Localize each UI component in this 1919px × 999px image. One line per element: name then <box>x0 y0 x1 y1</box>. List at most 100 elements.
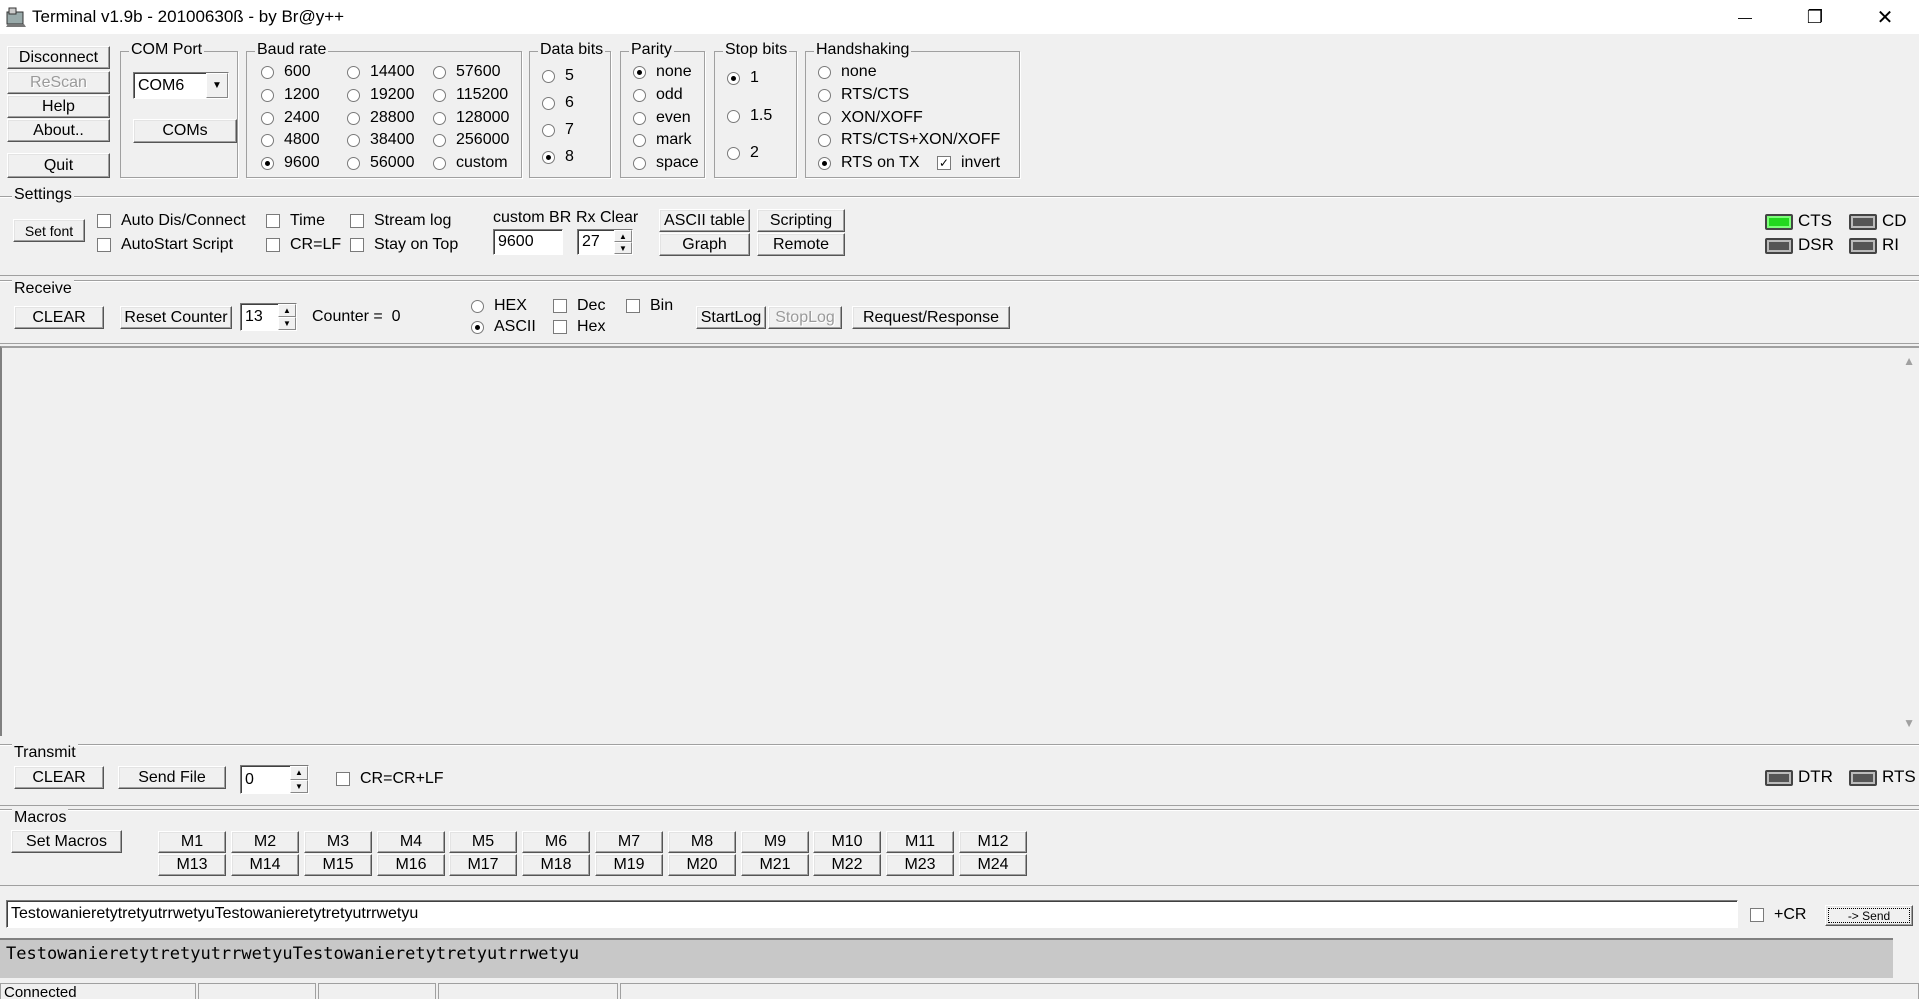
custom-br-input[interactable]: 9600 <box>493 229 563 255</box>
hex-radio[interactable]: HEX <box>471 296 527 316</box>
macro-button-m20[interactable]: M20 <box>668 854 736 876</box>
macro-button-m19[interactable]: M19 <box>595 854 663 876</box>
transmit-clear-button[interactable]: CLEAR <box>14 766 104 789</box>
ascii-table-button[interactable]: ASCII table <box>659 209 750 232</box>
coms-button[interactable]: COMs <box>133 119 237 143</box>
auto-dis-connect-checkbox[interactable]: Auto Dis/Connect <box>97 211 246 231</box>
parity-odd[interactable]: odd <box>633 85 683 105</box>
handshake-none[interactable]: none <box>818 62 877 82</box>
rts-led-indicator[interactable] <box>1849 770 1877 786</box>
stop-bits-1-5[interactable]: 1.5 <box>727 106 772 126</box>
macro-button-m4[interactable]: M4 <box>377 831 445 853</box>
start-log-button[interactable]: StartLog <box>696 306 766 329</box>
quit-button[interactable]: Quit <box>7 153 110 178</box>
spin-up-icon[interactable]: ▲ <box>614 230 632 242</box>
rescan-button[interactable]: ReScan <box>7 71 110 94</box>
baud-600[interactable]: 600 <box>261 62 311 82</box>
macro-button-m12[interactable]: M12 <box>959 831 1027 853</box>
receive-output-area[interactable]: ▲ ▼ <box>0 346 1919 736</box>
time-checkbox[interactable]: Time <box>266 211 325 231</box>
data-bits-5[interactable]: 5 <box>542 66 574 86</box>
spin-up-icon[interactable]: ▲ <box>278 304 296 317</box>
parity-even[interactable]: even <box>633 108 691 128</box>
com-port-select[interactable]: COM6 ▼ <box>133 72 229 99</box>
macro-button-m17[interactable]: M17 <box>449 854 517 876</box>
restore-button[interactable]: ❐ <box>1780 0 1850 34</box>
baud-256000[interactable]: 256000 <box>433 130 509 150</box>
reset-counter-button[interactable]: Reset Counter <box>120 306 232 329</box>
baud-2400[interactable]: 2400 <box>261 108 320 128</box>
stop-bits-1[interactable]: 1 <box>727 68 759 88</box>
set-macros-button[interactable]: Set Macros <box>11 830 122 853</box>
macro-button-m9[interactable]: M9 <box>741 831 809 853</box>
baud-128000[interactable]: 128000 <box>433 108 509 128</box>
handshake-rts-on-tx[interactable]: RTS on TX <box>818 153 920 173</box>
autostart-script-checkbox[interactable]: AutoStart Script <box>97 235 233 255</box>
hex-checkbox[interactable]: Hex <box>553 317 605 337</box>
rx-clear-spinner[interactable]: 27 ▲ ▼ <box>577 229 633 255</box>
macro-button-m7[interactable]: M7 <box>595 831 663 853</box>
minimize-button[interactable]: — <box>1710 0 1780 34</box>
macro-button-m24[interactable]: M24 <box>959 854 1027 876</box>
chevron-down-icon[interactable]: ▼ <box>206 73 228 98</box>
set-font-button[interactable]: Set font <box>13 219 85 242</box>
dec-checkbox[interactable]: Dec <box>553 296 605 316</box>
baud-56000[interactable]: 56000 <box>347 153 415 173</box>
request-response-button[interactable]: Request/Response <box>852 306 1010 329</box>
macro-button-m2[interactable]: M2 <box>231 831 299 853</box>
send-file-button[interactable]: Send File <box>118 766 226 789</box>
baud-57600[interactable]: 57600 <box>433 62 501 82</box>
data-bits-8[interactable]: 8 <box>542 147 574 167</box>
close-button[interactable]: ✕ <box>1850 0 1919 34</box>
invert-checkbox[interactable]: ✓ invert <box>937 153 1000 173</box>
baud-1200[interactable]: 1200 <box>261 85 320 105</box>
baud-custom[interactable]: custom <box>433 153 508 173</box>
macro-button-m23[interactable]: M23 <box>886 854 954 876</box>
spin-down-icon[interactable]: ▼ <box>614 242 632 254</box>
macro-button-m14[interactable]: M14 <box>231 854 299 876</box>
disconnect-button[interactable]: Disconnect <box>7 46 110 69</box>
stay-on-top-checkbox[interactable]: Stay on Top <box>350 235 458 255</box>
scripting-button[interactable]: Scripting <box>757 209 845 232</box>
baud-4800[interactable]: 4800 <box>261 130 320 150</box>
macro-button-m1[interactable]: M1 <box>158 831 226 853</box>
macro-button-m11[interactable]: M11 <box>886 831 954 853</box>
parity-space[interactable]: space <box>633 153 699 173</box>
macro-button-m22[interactable]: M22 <box>813 854 881 876</box>
scroll-down-icon[interactable]: ▼ <box>1903 716 1915 730</box>
cr-crlf-checkbox[interactable]: CR=CR+LF <box>336 769 444 789</box>
handshake-rts-cts-xon-xoff[interactable]: RTS/CTS+XON/XOFF <box>818 130 1000 150</box>
cr-lf-checkbox[interactable]: CR=LF <box>266 235 341 255</box>
help-button[interactable]: Help <box>7 95 110 118</box>
macro-button-m5[interactable]: M5 <box>449 831 517 853</box>
transmit-spinner[interactable]: 0 ▲ ▼ <box>240 765 309 794</box>
spin-down-icon[interactable]: ▼ <box>278 317 296 330</box>
send-button[interactable]: -> Send <box>1825 905 1913 926</box>
parity-none[interactable]: none <box>633 62 692 82</box>
macro-button-m8[interactable]: M8 <box>668 831 736 853</box>
macro-button-m21[interactable]: M21 <box>741 854 809 876</box>
ascii-radio[interactable]: ASCII <box>471 317 536 337</box>
scroll-up-icon[interactable]: ▲ <box>1903 354 1915 368</box>
parity-mark[interactable]: mark <box>633 130 692 150</box>
graph-button[interactable]: Graph <box>659 233 750 256</box>
macro-button-m15[interactable]: M15 <box>304 854 372 876</box>
baud-115200[interactable]: 115200 <box>433 85 508 105</box>
baud-9600[interactable]: 9600 <box>261 153 320 173</box>
macro-button-m16[interactable]: M16 <box>377 854 445 876</box>
remote-button[interactable]: Remote <box>757 233 845 256</box>
data-bits-7[interactable]: 7 <box>542 120 574 140</box>
dtr-led-indicator[interactable] <box>1765 770 1793 786</box>
receive-clear-button[interactable]: CLEAR <box>14 306 104 329</box>
baud-38400[interactable]: 38400 <box>347 130 415 150</box>
macro-button-m10[interactable]: M10 <box>813 831 881 853</box>
macro-button-m3[interactable]: M3 <box>304 831 372 853</box>
handshake-xon-xoff[interactable]: XON/XOFF <box>818 108 923 128</box>
baud-28800[interactable]: 28800 <box>347 108 415 128</box>
baud-19200[interactable]: 19200 <box>347 85 415 105</box>
send-input[interactable]: TestowanieretytretyutrrwetyuTestowaniere… <box>6 900 1738 928</box>
counter-spinner[interactable]: 13 ▲ ▼ <box>240 303 297 331</box>
plus-cr-checkbox[interactable]: +CR <box>1750 905 1806 925</box>
stop-log-button[interactable]: StopLog <box>768 306 842 329</box>
data-bits-6[interactable]: 6 <box>542 93 574 113</box>
